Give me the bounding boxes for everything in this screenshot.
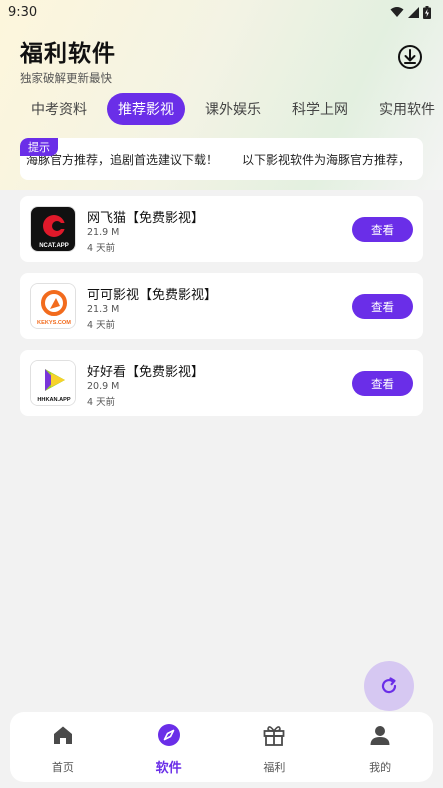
battery-icon xyxy=(423,5,431,19)
compass-icon xyxy=(156,722,182,748)
app-size: 21.3 M xyxy=(87,304,120,315)
app-name: 网飞猫【免费影视】 xyxy=(87,211,205,226)
tab-recommended-video[interactable]: 推荐影视 xyxy=(107,93,185,125)
list-item[interactable]: KEKYS.COM 可可影视【免费影视】 21.3 M 4 天前 查看 xyxy=(20,273,423,339)
refresh-button[interactable] xyxy=(364,661,414,711)
download-icon[interactable] xyxy=(397,44,423,70)
tab-vpn[interactable]: 科学上网 xyxy=(281,93,359,125)
status-time: 9:30 xyxy=(8,4,38,20)
tab-zhongkao[interactable]: 中考资料 xyxy=(20,93,98,125)
gift-icon xyxy=(261,722,287,748)
list-item[interactable]: HHKAN.APP 好好看【免费影视】 20.9 M 4 天前 查看 xyxy=(20,350,423,416)
nav-welfare[interactable]: 福利 xyxy=(222,712,328,782)
notice-tag: 提示 xyxy=(20,138,58,156)
bottom-nav: 首页 软件 福利 我的 xyxy=(10,712,433,782)
view-button[interactable]: 查看 xyxy=(352,294,413,319)
logo-text: HHKAN.APP xyxy=(37,397,71,403)
app-size: 21.9 M xyxy=(87,227,120,238)
app-updated: 4 天前 xyxy=(87,397,116,408)
app-logo-hhkan: HHKAN.APP xyxy=(30,360,76,406)
status-bar: 9:30 xyxy=(0,0,443,24)
user-icon xyxy=(367,722,393,748)
refresh-icon xyxy=(381,677,397,694)
nav-home[interactable]: 首页 xyxy=(10,712,116,782)
app-name: 可可影视【免费影视】 xyxy=(87,288,218,303)
signal-icon xyxy=(408,7,419,18)
app-list: NCAT.APP 网飞猫【免费影视】 21.9 M 4 天前 查看 KEKYS.… xyxy=(20,196,423,427)
logo-text: KEKYS.COM xyxy=(37,320,71,326)
tab-entertainment[interactable]: 课外娱乐 xyxy=(194,93,272,125)
list-item[interactable]: NCAT.APP 网飞猫【免费影视】 21.9 M 4 天前 查看 xyxy=(20,196,423,262)
view-button[interactable]: 查看 xyxy=(352,217,413,242)
notice-text-b: 以下影视软件为海豚官方推荐， xyxy=(242,153,411,167)
wifi-icon xyxy=(390,7,404,17)
view-button[interactable]: 查看 xyxy=(352,371,413,396)
nav-label: 我的 xyxy=(369,761,392,774)
notice-text-a: 海豚官方推荐，追剧首选建议下载！ xyxy=(26,153,219,167)
nav-label: 首页 xyxy=(51,761,74,774)
app-updated: 4 天前 xyxy=(87,243,116,254)
page-title: 福利软件 xyxy=(20,41,116,67)
app-updated: 4 天前 xyxy=(87,320,116,331)
notice-marquee: 海豚官方推荐，追剧首选建议下载！ 以下影视软件为海豚官方推荐， xyxy=(20,151,423,168)
nav-mine[interactable]: 我的 xyxy=(327,712,433,782)
nav-label: 软件 xyxy=(155,761,182,776)
category-tabs: 中考资料 推荐影视 课外娱乐 科学上网 实用软件 音乐 xyxy=(20,91,443,127)
logo-text: NCAT.APP xyxy=(39,243,69,249)
status-icons xyxy=(390,5,431,19)
app-logo-ncat: NCAT.APP xyxy=(30,206,76,252)
app-size: 20.9 M xyxy=(87,381,120,392)
tab-utilities[interactable]: 实用软件 xyxy=(368,93,443,125)
nav-label: 福利 xyxy=(263,761,286,774)
page-header: 福利软件 独家破解更新最快 xyxy=(20,34,423,85)
app-logo-kekys: KEKYS.COM xyxy=(30,283,76,329)
home-icon xyxy=(50,722,76,748)
page-subtitle: 独家破解更新最快 xyxy=(20,71,112,85)
app-name: 好好看【免费影视】 xyxy=(87,365,205,380)
nav-software[interactable]: 软件 xyxy=(116,712,222,782)
notice-banner: 海豚官方推荐，追剧首选建议下载！ 以下影视软件为海豚官方推荐， 提示 xyxy=(20,138,423,180)
